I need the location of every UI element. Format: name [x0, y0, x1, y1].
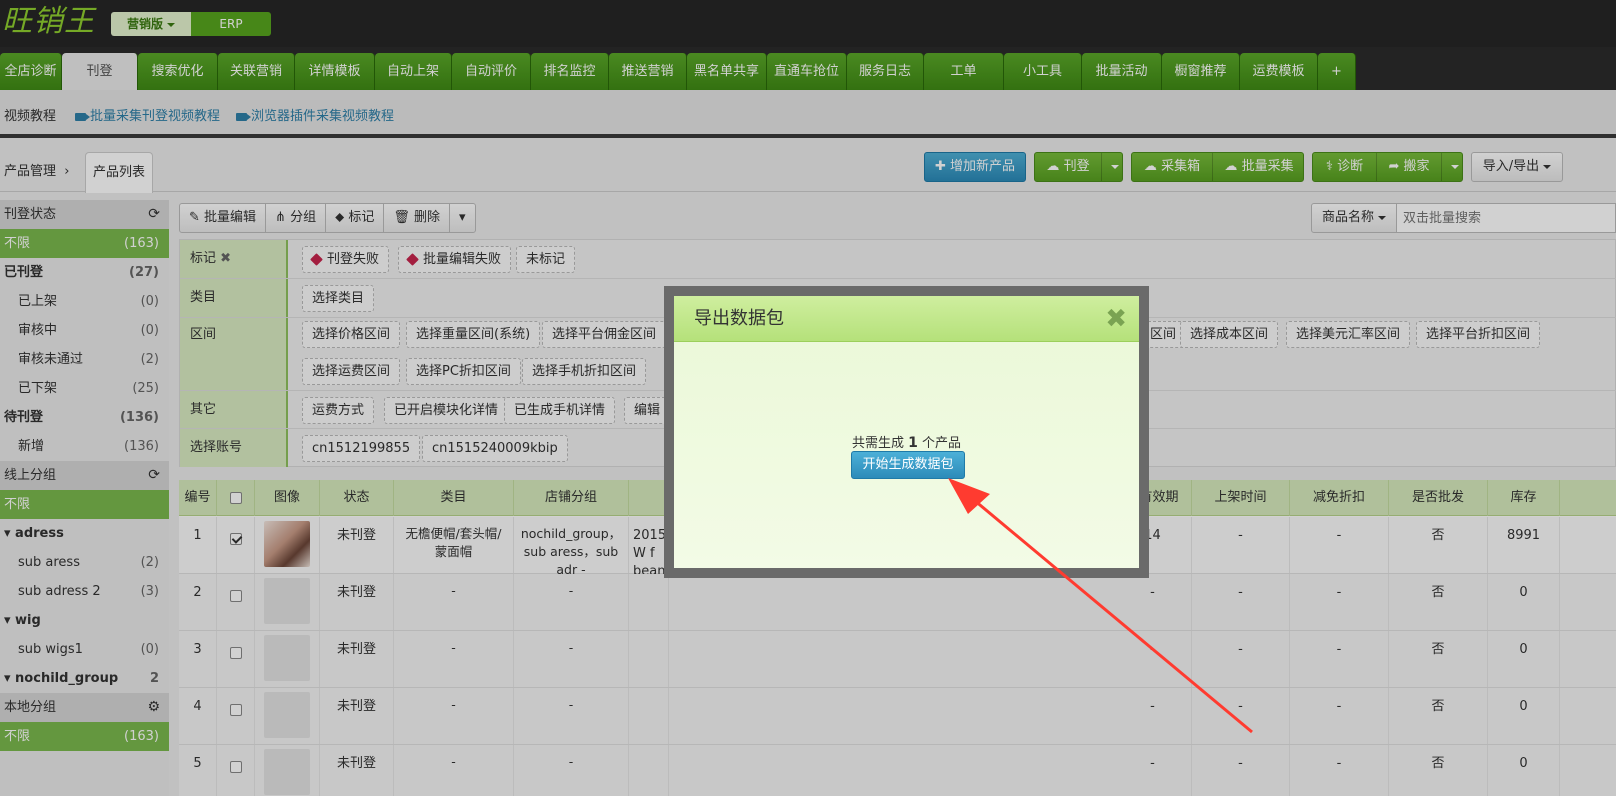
red-arrow-annotation-icon	[948, 478, 1253, 734]
